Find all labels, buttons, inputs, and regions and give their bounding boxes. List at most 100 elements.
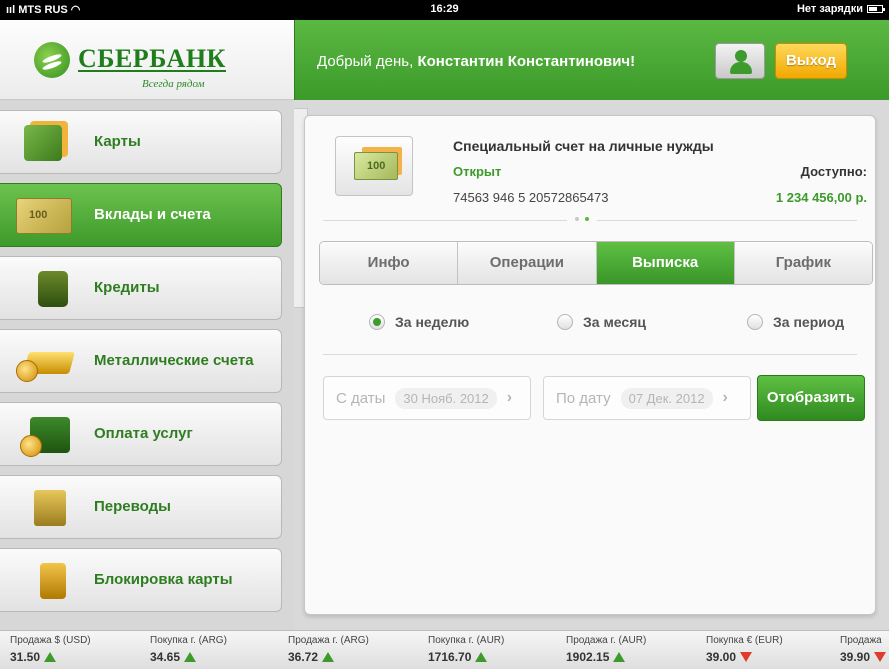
arrow-down-icon (874, 652, 887, 662)
sidebar-item-credits[interactable]: Кредиты (0, 256, 282, 320)
sberbank-logo-icon (34, 42, 70, 78)
sidebar-item-transfers[interactable]: Переводы (0, 475, 282, 539)
card-icon (24, 125, 62, 161)
sidebar-item-label: Блокировка карты (94, 571, 233, 588)
arrow-up-icon (44, 652, 57, 662)
ticker-value: 39.00 (706, 650, 783, 664)
ticker-item: Продажа г. (ARG) 36.72 (288, 635, 369, 664)
coin-icon (16, 360, 38, 382)
greeting-prefix: Добрый день, (317, 53, 414, 70)
exit-button[interactable]: Выход (775, 43, 847, 79)
account-status: Открыт (453, 164, 502, 179)
radio-label: За неделю (395, 314, 470, 330)
ticker-label: Продажа г. (AUR) (566, 635, 647, 646)
ticker-value: 39.90 (840, 650, 887, 664)
tab-info[interactable]: Инфо (320, 242, 459, 284)
battery-text: Нет зарядки (796, 3, 863, 15)
sidebar-item-label: Кредиты (94, 279, 160, 296)
sidebar-item-label: Переводы (94, 498, 171, 515)
sidebar-item-label: Металлические счета (94, 352, 254, 369)
sidebar-item-block-card[interactable]: Блокировка карты (0, 548, 282, 612)
ticker-value: 1716.70 (428, 650, 504, 664)
available-label: Доступно: (800, 164, 867, 179)
date-from-label: С даты (336, 389, 386, 407)
date-to-label: По дату (556, 389, 611, 407)
ticker-label: Покупка г. (AUR) (428, 635, 505, 646)
profile-button[interactable] (715, 43, 765, 79)
radio-button-selected (369, 314, 385, 330)
arrow-up-icon (322, 652, 335, 662)
page-dot (575, 217, 579, 221)
ticker-value: 36.72 (288, 650, 369, 664)
logo-panel: СБЕРБАНК Всегда рядом (0, 20, 294, 100)
clock: 16:29 (430, 3, 459, 15)
radio-button (557, 314, 573, 330)
sidebar-item-label: Вклады и счета (94, 206, 211, 223)
ticker-label: Покупка г. (ARG) (150, 635, 227, 646)
sidebar-item-metal-accounts[interactable]: Металлические счета (0, 329, 282, 393)
ticker-value: 31.50 (10, 650, 91, 664)
sidebar-item-label: Карты (94, 133, 141, 150)
period-selector: За неделю За месяц За период (323, 314, 857, 338)
show-button[interactable]: Отобразить (757, 375, 865, 421)
ticker-item: Продажа $ (USD) 31.50 (10, 635, 91, 664)
page-indicator[interactable] (567, 217, 597, 221)
tab-operations[interactable]: Операции (458, 242, 597, 284)
account-number: 74563 946 5 20572865473 (453, 190, 609, 205)
transfer-icon (34, 490, 66, 526)
radio-label: За период (773, 314, 845, 330)
battery-status: Нет зарядки (796, 3, 885, 15)
arrow-up-icon (613, 652, 626, 662)
sidebar-item-cards[interactable]: Карты (0, 110, 282, 174)
exchange-rate-ticker: Продажа $ (USD) 31.50 Покупка г. (ARG) 3… (0, 630, 889, 669)
account-icon (335, 136, 413, 196)
arrow-up-icon (475, 652, 488, 662)
header-bar: Добрый день, Константин Константинович! … (294, 20, 889, 100)
date-from-value: 30 Нояб. 2012 (395, 387, 497, 409)
ticker-value: 1902.15 (566, 650, 646, 664)
logo-name: СБЕРБАНК (78, 44, 226, 73)
tab-schedule[interactable]: График (734, 242, 872, 284)
banknote-icon (354, 152, 398, 180)
arrow-up-icon (184, 652, 197, 662)
greeting: Добрый день, Константин Константинович! (317, 53, 635, 70)
battery-icon (867, 5, 885, 13)
ticker-label: Продажа $ (USD) (10, 635, 91, 646)
radio-button (747, 314, 763, 330)
chevron-right-icon: › (722, 389, 728, 406)
wallet-icon (38, 271, 68, 307)
radio-week[interactable]: За неделю (369, 314, 469, 330)
coin-icon (20, 435, 42, 457)
radio-period[interactable]: За период (747, 314, 844, 330)
user-name: Константин Константинович! (417, 53, 636, 70)
ticker-item: Покупка г. (AUR) 1716.70 (428, 635, 504, 664)
divider (323, 354, 857, 355)
sidebar-item-deposits[interactable]: Вклады и счета (0, 183, 282, 247)
ticker-value: 34.65 (150, 650, 227, 664)
radio-label: За месяц (583, 314, 646, 330)
ticker-label: Продажа (840, 635, 882, 646)
tab-bar: Инфо Операции Выписка График (319, 241, 873, 285)
chevron-right-icon: › (506, 389, 513, 406)
tab-statement[interactable]: Выписка (596, 242, 735, 284)
account-card: Специальный счет на личные нужды Открыт … (304, 115, 876, 615)
ticker-label: Покупка € (EUR) (706, 635, 783, 646)
available-amount: 1 234 456,00 р. (775, 190, 867, 205)
ticker-item: Продажа 39.90 (840, 635, 887, 664)
sidebar-item-payments[interactable]: Оплата услуг (0, 402, 282, 466)
user-icon (735, 50, 747, 62)
date-to-value: 07 Дек. 2012 (620, 387, 713, 409)
ticker-label: Продажа г. (ARG) (288, 635, 369, 646)
sidebar-item-label: Оплата услуг (94, 425, 193, 442)
date-to-field[interactable]: По дату 07 Дек. 2012 › (543, 376, 751, 420)
arrow-down-icon (740, 652, 753, 662)
lock-icon (40, 563, 66, 599)
logo-tagline: Всегда рядом (142, 78, 205, 90)
status-bar: ııl MTS RUS ◠ 16:29 Нет зарядки (0, 0, 889, 20)
ticker-item: Покупка г. (ARG) 34.65 (150, 635, 227, 664)
date-from-field[interactable]: С даты 30 Нояб. 2012 › (323, 376, 531, 420)
banknote-icon (16, 198, 72, 234)
account-title: Специальный счет на личные нужды (453, 138, 714, 154)
ticker-item: Покупка € (EUR) 39.00 (706, 635, 783, 664)
radio-month[interactable]: За месяц (557, 314, 646, 330)
